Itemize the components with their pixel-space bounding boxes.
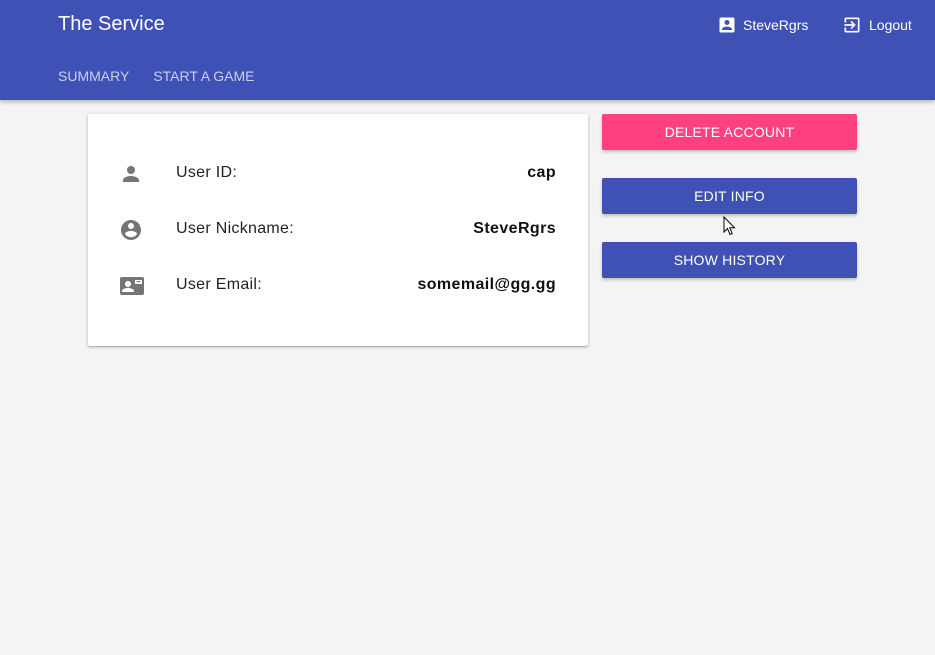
mouse-cursor-icon [723,215,737,241]
edit-info-button[interactable]: EDIT INFO [602,178,857,214]
user-email-label: User Email: [176,276,262,293]
person-icon [119,162,143,186]
logout-label: Logout [869,17,912,33]
exit-to-app-icon [842,15,862,35]
user-name: SteveRgrs [743,17,809,33]
logout-button[interactable]: Logout [842,14,912,36]
account-box-icon [717,15,737,35]
app-title: The Service [58,13,165,35]
profile-row-user-id: User ID: cap [88,158,588,190]
user-id-label: User ID: [176,164,238,181]
delete-account-button[interactable]: DELETE ACCOUNT [602,114,857,150]
top-app-bar: The Service SteveRgrs Logout SUMMARY STA… [0,0,935,100]
show-history-button[interactable]: SHOW HISTORY [602,242,857,278]
profile-row-user-nickname: User Nickname: SteveRgrs [88,214,588,246]
nav-tabs: SUMMARY START A GAME [58,66,254,86]
user-email-value: somemail@gg.gg [417,276,556,293]
user-id-value: cap [527,164,556,181]
account-circle-icon [119,218,143,242]
tab-start-a-game[interactable]: START A GAME [153,66,254,86]
profile-row-user-email: User Email: somemail@gg.gg [88,270,588,302]
user-profile-link[interactable]: SteveRgrs [717,14,808,36]
user-nickname-label: User Nickname: [176,220,295,237]
profile-card: User ID: cap User Nickname: SteveRgrs Us… [88,114,588,346]
tab-summary[interactable]: SUMMARY [58,66,129,86]
contact-mail-icon [119,274,145,298]
user-nickname-value: SteveRgrs [473,220,556,237]
